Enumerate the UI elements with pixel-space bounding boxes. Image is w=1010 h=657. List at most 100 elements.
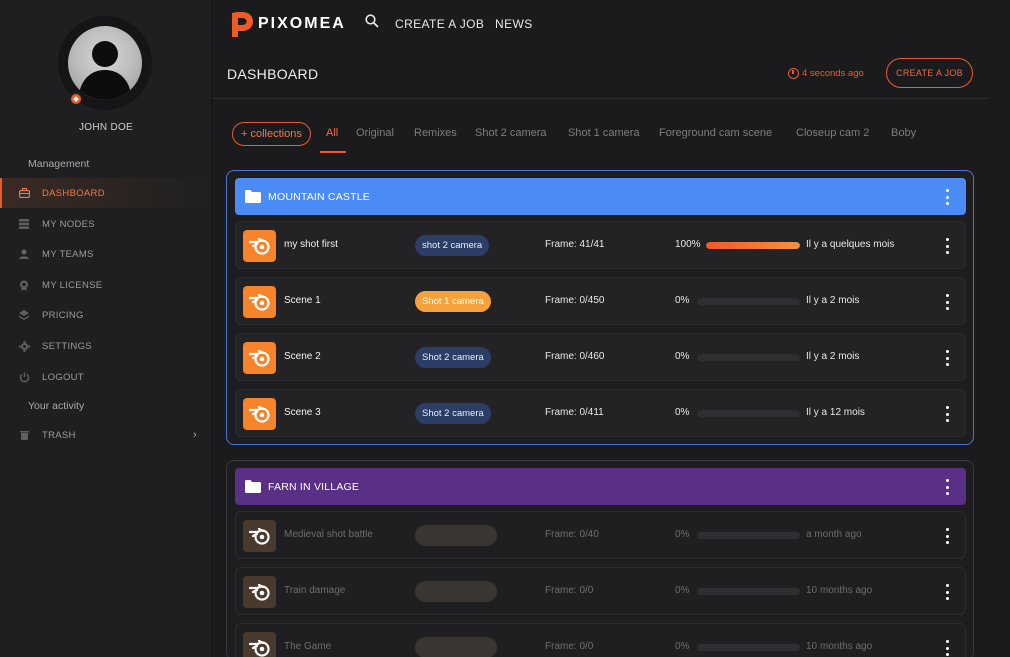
- job-tag-badge[interactable]: Shot 2 camera: [415, 347, 491, 368]
- sidebar-item-label: MY LICENSE: [42, 279, 103, 291]
- tab-shot-1-camera[interactable]: Shot 1 camera: [568, 127, 640, 139]
- job-row[interactable]: Train damage Frame: 0/0 0% 10 months ago: [235, 567, 966, 615]
- sidebar-item-dashboard[interactable]: DASHBOARD: [0, 178, 211, 208]
- tab-closeup-cam-2[interactable]: Closeup cam 2: [796, 127, 869, 139]
- collection-title: FARN IN VILLAGE: [268, 480, 360, 493]
- brand-logo[interactable]: PIXOMEA: [228, 9, 346, 39]
- tab-foreground-cam-scene[interactable]: Foreground cam scene: [659, 127, 772, 139]
- avatar-status-badge: [69, 92, 83, 106]
- sidebar-item-label: MY TEAMS: [42, 248, 94, 260]
- job-progress-percent: 0%: [675, 351, 690, 362]
- job-thumbnail: [243, 286, 276, 318]
- job-progress-percent: 100%: [675, 239, 701, 250]
- nav-create-job-link[interactable]: CREATE A JOB: [395, 17, 484, 31]
- job-row[interactable]: Medieval shot battle Frame: 0/40 0% a month…: [235, 511, 966, 559]
- job-thumbnail: [243, 230, 276, 262]
- job-tag-badge[interactable]: Shot 1 camera: [415, 291, 491, 312]
- job-row[interactable]: Scene 3 Shot 2 camera Frame: 0/411 0% Il y a…: [235, 389, 966, 437]
- job-frame-count: Frame: 0/450: [545, 295, 605, 306]
- folder-icon: [245, 190, 261, 203]
- power-icon: [18, 371, 30, 383]
- tab-remixes[interactable]: Remixes: [414, 127, 457, 139]
- collection-header[interactable]: MOUNTAIN CASTLE: [235, 178, 966, 215]
- tab-original[interactable]: Original: [356, 127, 394, 139]
- users-icon: [18, 248, 30, 260]
- job-progress-bar: [697, 354, 800, 361]
- job-name: my shot first: [284, 239, 338, 250]
- sidebar-item-label: TRASH: [42, 429, 76, 441]
- job-menu-icon[interactable]: [946, 350, 950, 366]
- job-progress-percent: 0%: [675, 295, 690, 306]
- job-menu-icon[interactable]: [946, 294, 950, 310]
- tab-all[interactable]: All: [326, 127, 338, 139]
- job-thumbnail: [243, 632, 276, 657]
- job-row[interactable]: Scene 2 Shot 2 camera Frame: 0/460 0% Il y a…: [235, 333, 966, 381]
- page-header: DASHBOARD 4 seconds ago CREATE A JOB: [212, 48, 988, 99]
- sidebar-item-label: DASHBOARD: [42, 187, 105, 199]
- top-navbar: PIXOMEA CREATE A JOB NEWS: [212, 0, 1010, 48]
- job-name: Train damage: [284, 585, 346, 596]
- job-menu-icon[interactable]: [946, 528, 950, 544]
- brand-name: PIXOMEA: [258, 15, 346, 32]
- search-icon[interactable]: [365, 14, 379, 33]
- job-timestamp: Il y a 12 mois: [806, 407, 865, 418]
- add-collection-button[interactable]: + collections: [232, 122, 311, 146]
- clock-icon: [788, 68, 799, 79]
- job-progress-bar: [697, 410, 800, 417]
- collection-menu-icon[interactable]: [946, 189, 950, 205]
- job-progress-bar: [706, 242, 800, 249]
- sidebar-item-trash[interactable]: TRASH ›: [0, 420, 211, 450]
- activity-label: Your activity: [28, 400, 85, 412]
- chevron-right-icon: ›: [193, 429, 197, 441]
- collection-farn-in-village: FARN IN VILLAGE Medieval shot battle Fram…: [226, 460, 974, 657]
- job-tag-badge[interactable]: [415, 581, 497, 602]
- job-timestamp: Il y a 2 mois: [806, 351, 860, 362]
- job-tag-badge[interactable]: [415, 525, 497, 546]
- blender-icon: [248, 583, 270, 601]
- sidebar-item-settings[interactable]: SETTINGS: [0, 331, 211, 361]
- sidebar-item-label: MY NODES: [42, 218, 95, 230]
- avatar[interactable]: [68, 26, 142, 100]
- last-updated: 4 seconds ago: [788, 68, 864, 79]
- sidebar-item-my-license[interactable]: MY LICENSE: [0, 270, 211, 300]
- job-progress-bar: [697, 298, 800, 305]
- collection-header[interactable]: FARN IN VILLAGE: [235, 468, 966, 505]
- tab-boby[interactable]: Boby: [891, 127, 916, 139]
- job-row[interactable]: The Game Frame: 0/0 0% 10 months ago: [235, 623, 966, 657]
- job-thumbnail: [243, 520, 276, 552]
- user-silhouette-icon: [78, 41, 132, 100]
- job-timestamp: 10 months ago: [806, 585, 873, 596]
- job-thumbnail: [243, 576, 276, 608]
- job-row[interactable]: my shot first shot 2 camera Frame: 41/41 10…: [235, 221, 966, 269]
- job-progress-percent: 0%: [675, 529, 690, 540]
- sidebar-item-my-teams[interactable]: MY TEAMS: [0, 239, 211, 269]
- blender-icon: [248, 237, 270, 255]
- job-frame-count: Frame: 0/411: [545, 407, 604, 418]
- job-row[interactable]: Scene 1 Shot 1 camera Frame: 0/450 0% Il y a…: [235, 277, 966, 325]
- blender-icon: [248, 527, 270, 545]
- sidebar-item-pricing[interactable]: PRICING: [0, 300, 211, 330]
- blender-icon: [248, 405, 270, 423]
- create-job-button[interactable]: CREATE A JOB: [886, 58, 973, 88]
- sidebar-item-my-nodes[interactable]: MY NODES: [0, 209, 211, 239]
- job-tag-badge[interactable]: shot 2 camera: [415, 235, 490, 256]
- job-menu-icon[interactable]: [946, 640, 950, 656]
- job-menu-icon[interactable]: [946, 406, 950, 422]
- job-timestamp: a month ago: [806, 529, 862, 540]
- nav-news-link[interactable]: NEWS: [495, 17, 533, 31]
- collection-menu-icon[interactable]: [946, 479, 950, 495]
- job-tag-badge[interactable]: Shot 2 camera: [415, 403, 491, 424]
- job-menu-icon[interactable]: [946, 584, 950, 600]
- job-timestamp: Il y a 2 mois: [806, 295, 860, 306]
- folder-icon: [245, 480, 261, 493]
- tab-shot-2-camera[interactable]: Shot 2 camera: [475, 127, 547, 139]
- briefcase-icon: [18, 187, 30, 199]
- sidebar-item-logout[interactable]: LOGOUT: [0, 362, 211, 392]
- job-menu-icon[interactable]: [946, 238, 950, 254]
- job-timestamp: Il y a quelques mois: [806, 239, 895, 250]
- blender-icon: [248, 349, 270, 367]
- pixomea-logo-icon: [232, 12, 253, 37]
- job-progress-percent: 0%: [675, 585, 690, 596]
- job-tag-badge[interactable]: [415, 637, 497, 657]
- sidebar-item-label: SETTINGS: [42, 340, 92, 352]
